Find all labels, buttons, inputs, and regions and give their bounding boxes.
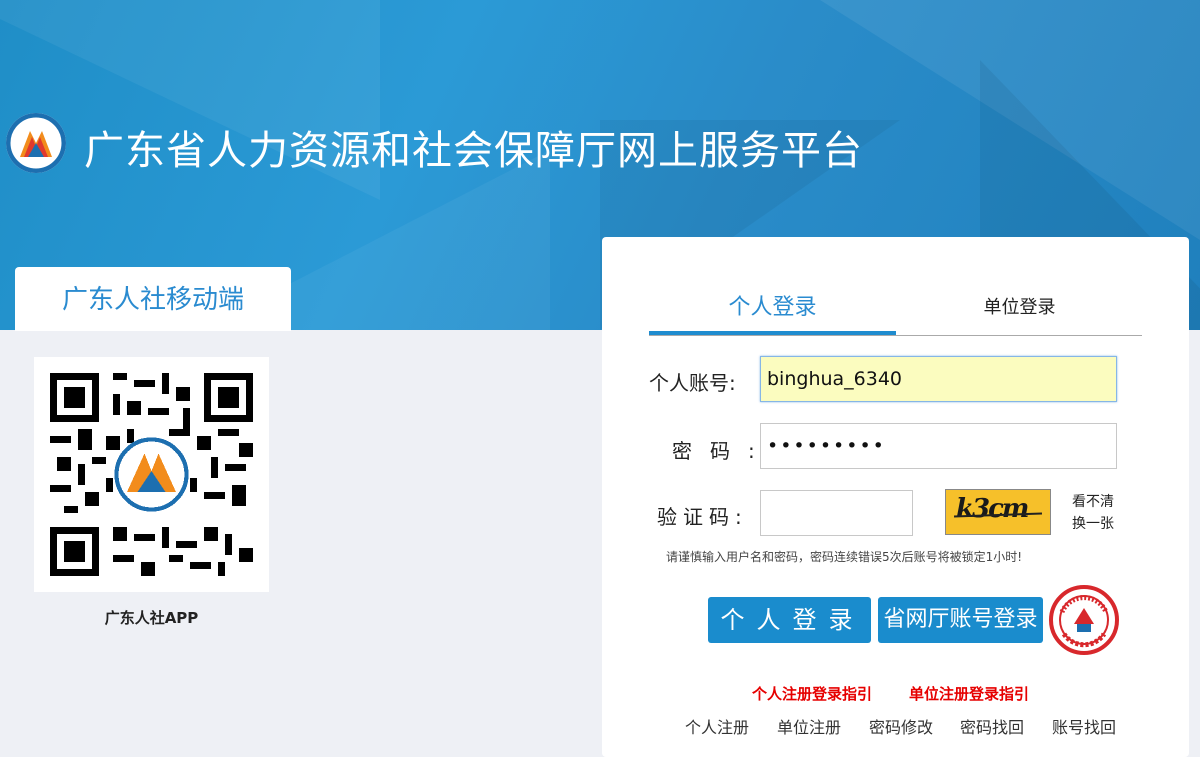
personal-register-link[interactable]: 个人注册 xyxy=(685,714,749,738)
account-input[interactable]: binghua_6340 xyxy=(760,356,1117,402)
site-title: 广东省人力资源和社会保障厅网上服务平台 xyxy=(84,128,863,174)
social-security-card-icon xyxy=(1048,584,1120,656)
qr-code xyxy=(34,357,269,592)
personal-login-button[interactable]: 个人登录 xyxy=(708,597,871,643)
account-label: 个人账号: xyxy=(649,371,736,395)
province-login-button[interactable]: 省网厅账号登录 xyxy=(878,597,1043,643)
unit-register-link[interactable]: 单位注册 xyxy=(777,714,841,738)
unit-register-guide-link[interactable]: 单位注册登录指引 xyxy=(909,683,1029,704)
app-label: 广东人社APP xyxy=(104,609,199,627)
gd-hrss-logo-icon xyxy=(6,113,66,173)
captcha-text: k3cm xyxy=(956,494,1029,524)
tab-personal-login[interactable]: 个人登录 xyxy=(649,293,896,335)
tab-unit-login[interactable]: 单位登录 xyxy=(896,293,1143,333)
refresh-captcha-link[interactable]: 看不清 换一张 xyxy=(1072,491,1122,535)
mobile-tab[interactable]: 广东人社移动端 xyxy=(15,267,291,331)
captcha-image[interactable]: k3cm xyxy=(945,489,1051,535)
password-label: 密码: xyxy=(672,439,773,463)
captcha-label: 验证码: xyxy=(657,505,748,529)
personal-register-guide-link[interactable]: 个人注册登录指引 xyxy=(752,683,872,704)
change-password-link[interactable]: 密码修改 xyxy=(869,714,933,738)
captcha-input[interactable] xyxy=(760,490,913,536)
password-input[interactable]: ••••••••• xyxy=(760,423,1117,469)
recover-account-link[interactable]: 账号找回 xyxy=(1052,714,1116,738)
login-panel: 个人登录 单位登录 个人账号: binghua_6340 密码: •••••••… xyxy=(602,237,1189,757)
lockout-warning: 请谨慎输入用户名和密码，密码连续错误5次后账号将被锁定1小时! xyxy=(666,550,1023,564)
login-tabs: 个人登录 单位登录 xyxy=(649,293,1142,336)
qr-code-icon xyxy=(50,373,253,576)
recover-password-link[interactable]: 密码找回 xyxy=(960,714,1024,738)
